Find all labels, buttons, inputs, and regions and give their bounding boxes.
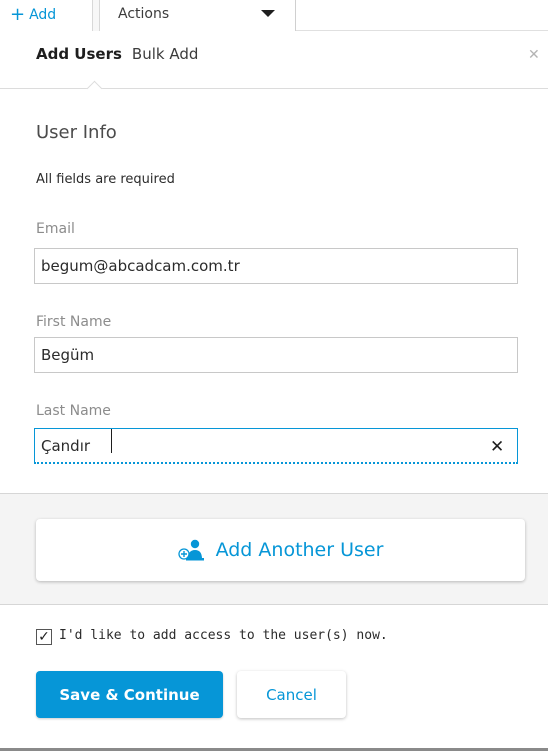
add-another-user-label: Add Another User	[215, 539, 384, 561]
toolbar-divider	[92, 0, 100, 31]
caret-down-icon	[261, 10, 275, 17]
access-checkbox[interactable]: ✓	[36, 629, 52, 645]
tab-add-users[interactable]: Add Users	[36, 45, 122, 63]
toolbar-spacer	[296, 0, 548, 31]
add-another-user-button[interactable]: Add Another User	[36, 519, 525, 581]
first-name-label: First Name	[36, 314, 112, 330]
checkmark-icon: ✓	[38, 629, 50, 645]
save-continue-button[interactable]: Save & Continue	[36, 671, 223, 718]
last-name-field[interactable]	[34, 428, 518, 464]
add-button-label: Add	[29, 7, 57, 23]
clear-icon[interactable]: ✕	[490, 437, 504, 457]
add-users-panel: Add Users Bulk Add ✕ User Info All field…	[0, 31, 548, 753]
text-cursor	[111, 429, 112, 453]
first-name-field[interactable]	[34, 337, 518, 373]
active-tab-pointer	[86, 80, 103, 97]
add-another-section: Add Another User	[0, 493, 548, 605]
access-checkbox-label: I'd like to add access to the user(s) no…	[59, 628, 388, 643]
add-user-icon	[177, 539, 206, 561]
cancel-button[interactable]: Cancel	[237, 671, 346, 718]
panel-tabs: Add Users Bulk Add	[36, 45, 198, 63]
required-note: All fields are required	[36, 172, 175, 187]
actions-label: Actions	[118, 6, 170, 22]
email-field[interactable]	[34, 248, 518, 284]
actions-dropdown[interactable]: Actions	[101, 0, 296, 31]
last-name-label: Last Name	[36, 403, 111, 419]
bottom-divider	[0, 748, 548, 751]
toolbar: + Add Actions	[0, 0, 548, 31]
section-title: User Info	[36, 122, 117, 143]
add-button[interactable]: + Add	[10, 5, 56, 25]
plus-icon: +	[10, 4, 26, 25]
tab-divider	[0, 88, 548, 89]
email-label: Email	[36, 221, 75, 237]
close-icon[interactable]: ✕	[528, 47, 540, 63]
tab-bulk-add[interactable]: Bulk Add	[132, 45, 198, 63]
